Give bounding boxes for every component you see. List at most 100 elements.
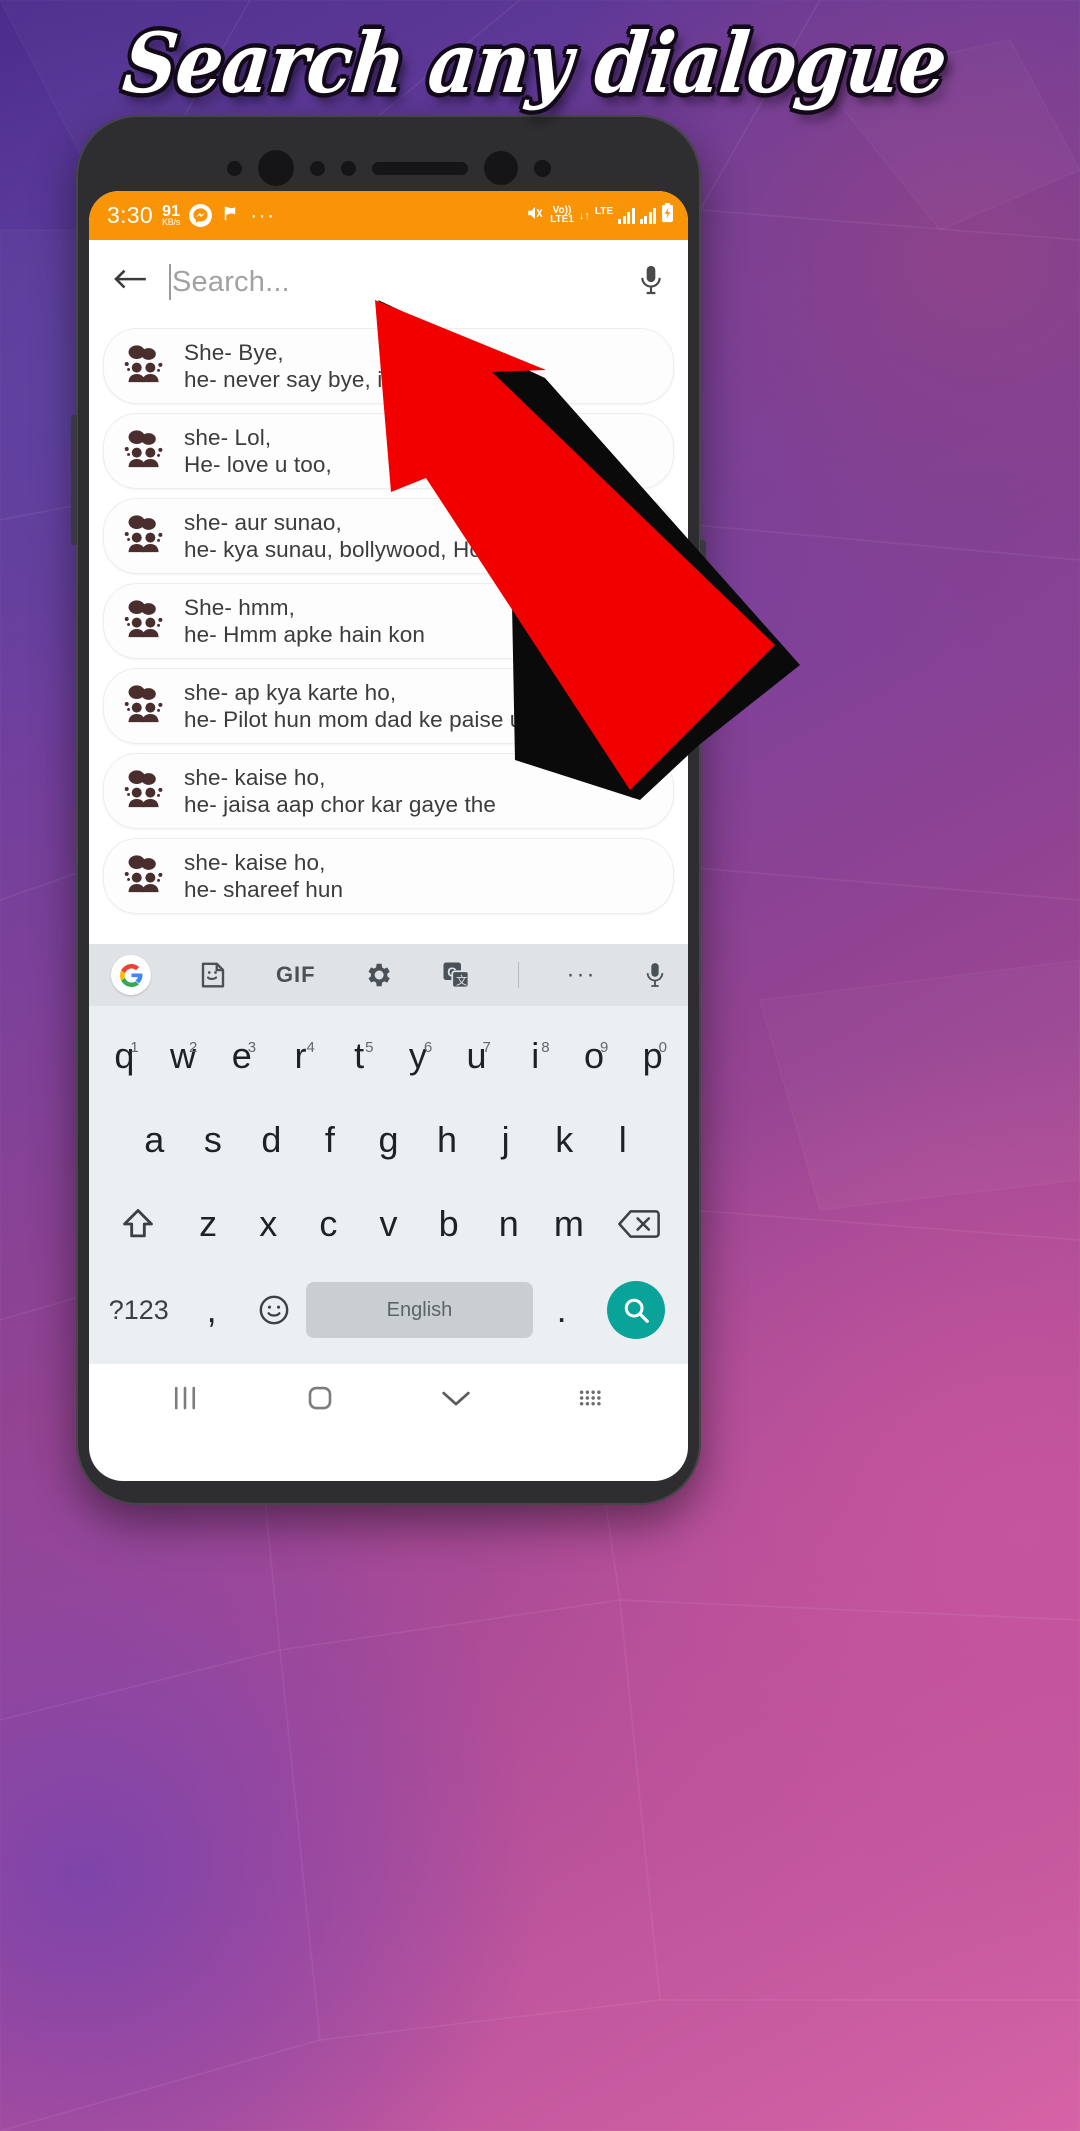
key-r[interactable]: 4r — [271, 1035, 330, 1077]
key-y[interactable]: 6y — [389, 1035, 448, 1077]
battery-charging-icon — [661, 203, 674, 228]
symbols-key[interactable]: ?123 — [95, 1295, 183, 1326]
key-h[interactable]: h — [418, 1119, 477, 1161]
search-bar: Search... — [89, 240, 688, 324]
key-e[interactable]: 3e — [212, 1035, 271, 1077]
key-m[interactable]: m — [539, 1203, 599, 1245]
table-row[interactable]: she- Lol, He- love u too, — [103, 413, 674, 489]
row-text: She- hmm, he- Hmm apke hain kon — [184, 594, 655, 649]
group-chat-icon — [122, 599, 166, 644]
period-key[interactable]: . — [533, 1289, 591, 1331]
group-chat-icon — [122, 854, 166, 899]
key-l[interactable]: l — [593, 1119, 652, 1161]
keyboard-row-1: 1q 2w 3e 4r 5t 6y 7u 8i 9o 0p — [95, 1014, 682, 1098]
row-text: she- aur sunao, he- kya sunau, bollywood… — [184, 509, 655, 564]
dialogue-line-2: he- Pilot hun mom dad ke paise udata h — [184, 707, 586, 732]
lte-label: LTE — [594, 205, 613, 217]
key-f[interactable]: f — [301, 1119, 360, 1161]
key-c[interactable]: c — [298, 1203, 358, 1245]
key-o[interactable]: 9o — [565, 1035, 624, 1077]
translate-icon[interactable]: G文 — [441, 960, 471, 990]
enter-key-wrapper — [591, 1281, 682, 1339]
key-v[interactable]: v — [358, 1203, 418, 1245]
dialogue-line-2: he- never say bye, — [184, 367, 378, 392]
system-navigation-bar — [89, 1364, 688, 1436]
dialogue-list[interactable]: She- Bye, he- never say bye, in rahi pya… — [89, 324, 688, 944]
key-p-number: 0 — [658, 1039, 667, 1056]
key-z[interactable]: z — [178, 1203, 238, 1245]
front-camera-icon-right — [483, 151, 518, 185]
keyboard-switch-icon[interactable] — [577, 1387, 607, 1414]
key-d[interactable]: d — [242, 1119, 301, 1161]
dialogue-line-2: he- Hmm apke hain kon — [184, 622, 425, 647]
volte-indicator: Vo)) LTE1 — [550, 206, 574, 224]
dialogue-line-1: she- Lol, — [184, 424, 272, 450]
home-icon[interactable] — [305, 1383, 335, 1418]
key-y-number: 6 — [423, 1039, 433, 1056]
key-k[interactable]: k — [535, 1119, 594, 1161]
key-p[interactable]: 0p — [623, 1035, 682, 1077]
dialogue-line-2-tail: in rahi pyar — [377, 367, 490, 392]
key-x[interactable]: x — [238, 1203, 298, 1245]
row-text: she- kaise ho, he- jaisa aap chor kar ga… — [184, 764, 655, 819]
table-row[interactable]: She- hmm, he- Hmm apke hain kon — [103, 583, 674, 659]
space-key[interactable]: English — [306, 1282, 533, 1338]
signal-bars-icon — [618, 207, 635, 224]
signal-bars-icon-sim2 — [639, 207, 656, 224]
more-options-icon[interactable]: ··· — [566, 961, 596, 989]
table-row[interactable]: she- aur sunao, he- kya sunau, bollywood… — [103, 498, 674, 574]
key-w[interactable]: 2w — [154, 1035, 213, 1077]
microphone-icon[interactable] — [638, 263, 664, 302]
key-i[interactable]: 8i — [506, 1035, 565, 1077]
sensor-dot-right — [533, 159, 551, 177]
on-screen-keyboard: GIF G文 ··· 1q 2w 3e 4r — [89, 944, 688, 1364]
status-bar: 3:30 91 KB/s ··· Vo)) LTE1 ↓↑ LTE — [89, 191, 688, 240]
table-row[interactable]: she- kaise ho, he- shareef hun — [103, 838, 674, 914]
group-chat-icon — [122, 769, 166, 814]
keyboard-row-2: a s d f g h j k l — [95, 1098, 682, 1182]
group-chat-icon — [122, 514, 166, 559]
backspace-key-icon[interactable] — [599, 1208, 680, 1240]
gif-icon[interactable]: GIF — [276, 962, 316, 988]
key-g[interactable]: g — [359, 1119, 418, 1161]
dialogue-line-2: he- jaisa aap chor kar gaye the — [184, 792, 497, 817]
sticker-icon[interactable] — [198, 960, 228, 990]
emoji-key-icon[interactable] — [241, 1293, 307, 1327]
sensor-dot-mid-b — [340, 160, 356, 176]
key-u-number: 7 — [482, 1039, 491, 1056]
lte-indicator: LTE — [594, 205, 613, 224]
key-t-number: 5 — [365, 1039, 374, 1056]
table-row[interactable]: She- Bye, he- never say bye, in rahi pya… — [103, 328, 674, 404]
dialogue-line-2: He- love u too, — [184, 452, 332, 477]
key-n[interactable]: n — [479, 1203, 539, 1245]
dialogue-line-2: he- kya sunau, bollywood, Ho — [184, 537, 482, 562]
row-text: she- Lol, He- love u too, — [184, 424, 655, 479]
key-t[interactable]: 5t — [330, 1035, 389, 1077]
table-row[interactable]: she- kaise ho, he- jaisa aap chor kar ga… — [103, 753, 674, 829]
shift-key-icon[interactable] — [97, 1205, 178, 1243]
key-u[interactable]: 7u — [447, 1035, 506, 1077]
key-q[interactable]: 1q — [95, 1035, 154, 1077]
settings-gear-icon[interactable] — [363, 960, 393, 990]
table-row[interactable]: she- ap kya karte ho, he- Pilot hun mom … — [103, 668, 674, 744]
key-e-number: 3 — [247, 1039, 257, 1056]
key-a[interactable]: a — [125, 1119, 184, 1161]
comma-key[interactable]: , — [183, 1289, 241, 1331]
row-text: she- kaise ho, he- shareef hun — [184, 849, 655, 904]
key-j[interactable]: j — [476, 1119, 535, 1161]
search-input[interactable]: Search... — [169, 264, 616, 300]
phone-sensor-row — [76, 141, 701, 195]
recent-apps-icon[interactable] — [170, 1384, 200, 1417]
voice-input-icon[interactable] — [644, 960, 666, 990]
hide-keyboard-icon[interactable] — [440, 1387, 472, 1414]
google-logo-icon[interactable] — [111, 955, 151, 995]
back-arrow-icon[interactable] — [111, 265, 147, 300]
group-chat-icon — [122, 684, 166, 729]
key-r-number: 4 — [306, 1039, 315, 1056]
messenger-icon — [189, 204, 213, 227]
promo-headline: Search any dialogue — [118, 16, 951, 113]
key-s[interactable]: s — [184, 1119, 243, 1161]
key-b[interactable]: b — [419, 1203, 479, 1245]
dialogue-line-1: She- hmm, — [184, 594, 295, 620]
search-key-icon[interactable] — [607, 1281, 666, 1339]
